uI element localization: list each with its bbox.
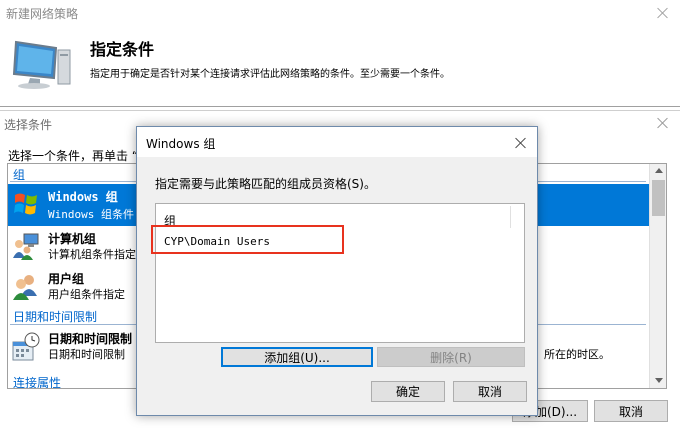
remove-button[interactable]: 删除(R) xyxy=(377,347,525,367)
ok-button[interactable]: 确定 xyxy=(371,381,445,402)
condition-list-scrollbar[interactable] xyxy=(649,164,666,388)
page-title: 指定条件 xyxy=(90,40,155,59)
add-group-button[interactable]: 添加组(U)... xyxy=(221,347,373,367)
group-list-header-divider xyxy=(510,206,511,228)
windows-group-dialog: Windows 组 指定需要与此策略匹配的组成员资格(S)。 组 CYP\Dom… xyxy=(136,126,538,416)
group-header-date-time: 日期和时间限制 xyxy=(13,310,98,324)
page-description: 指定用于确定是否针对某个连接请求评估此网络策略的条件。至少需要一个条件。 xyxy=(90,69,450,80)
dialog-title: Windows 组 xyxy=(146,137,216,151)
dialog-cancel-button[interactable]: 取消 xyxy=(453,381,527,402)
dialog-title-bar: Windows 组 xyxy=(137,127,537,157)
condition-desc-date-time-tail: 所在的时区。 xyxy=(544,348,610,361)
group-header-connection: 连接属性 xyxy=(13,376,62,389)
highlight-box xyxy=(151,225,344,254)
header-divider xyxy=(0,106,680,107)
computer-group-icon xyxy=(12,232,40,260)
condition-title-date-time: 日期和时间限制 xyxy=(48,332,133,346)
select-condition-title: 选择条件 xyxy=(4,118,53,132)
condition-desc-user-group: 用户组条件指定 xyxy=(48,288,125,301)
condition-title-windows-group: Windows 组 xyxy=(48,190,118,204)
select-condition-cancel-button[interactable]: 取消 xyxy=(594,400,668,422)
select-condition-instruction: 选择一个条件，再单击 “ xyxy=(8,149,139,163)
dialog-close-button[interactable] xyxy=(513,135,529,151)
wizard-title: 新建网络策略 xyxy=(6,7,79,21)
scroll-down-arrow-icon[interactable] xyxy=(655,378,663,383)
monitor-icon xyxy=(10,38,74,90)
condition-desc-computer-group: 计算机组条件指定 xyxy=(48,248,136,261)
scrollbar-thumb[interactable] xyxy=(652,180,665,216)
condition-desc-date-time: 日期和时间限制 xyxy=(48,348,125,361)
dialog-instruction: 指定需要与此策略匹配的组成员资格(S)。 xyxy=(155,177,376,191)
user-group-icon xyxy=(12,272,40,300)
condition-desc-windows-group: Windows 组条件 xyxy=(48,208,134,221)
calendar-clock-icon xyxy=(12,332,40,362)
wizard-close-button[interactable] xyxy=(655,5,671,21)
select-condition-close-button[interactable] xyxy=(655,115,671,131)
group-list[interactable]: 组 CYP\Domain Users xyxy=(155,203,525,343)
condition-title-user-group: 用户组 xyxy=(48,272,85,286)
scroll-up-arrow-icon[interactable] xyxy=(655,168,663,173)
windows-group-icon xyxy=(12,189,42,219)
condition-title-computer-group: 计算机组 xyxy=(48,232,97,246)
